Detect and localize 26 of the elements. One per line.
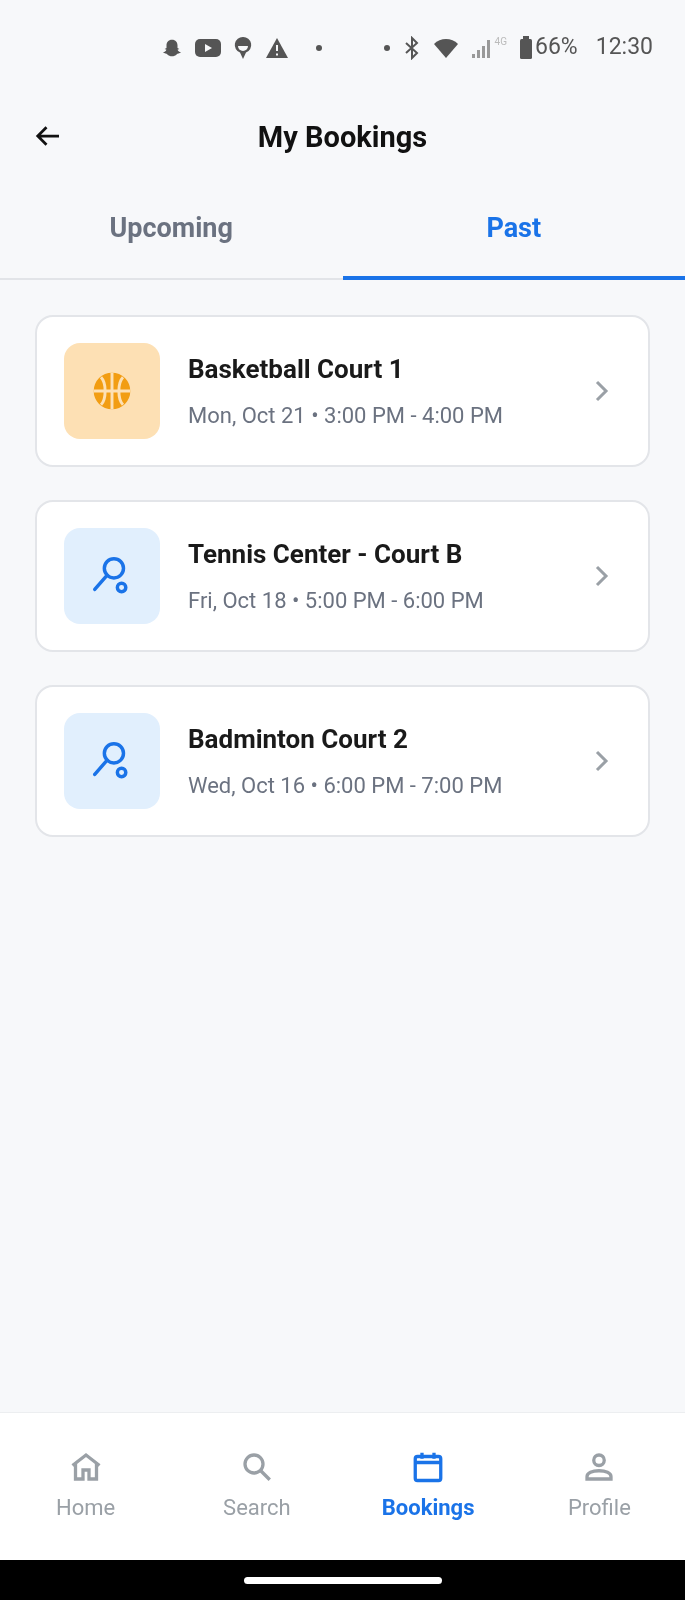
- nav-tab[interactable]: Profile: [513, 1413, 685, 1560]
- booking-title: Tennis Center - Court B: [188, 538, 464, 571]
- booking-card[interactable]: Badminton Court 2 Wed, Oct 16 • 6:00 PM - 7:00 PM: [35, 685, 650, 837]
- network-label: 4G: [494, 36, 507, 47]
- nav-tab[interactable]: Bookings: [342, 1413, 514, 1560]
- clock: 12:30: [595, 32, 653, 63]
- battery-icon: [519, 35, 533, 60]
- warning-icon: [264, 36, 289, 59]
- dot-icon: [382, 43, 391, 52]
- booking-card[interactable]: Basketball Court 1 Mon, Oct 21 • 3:00 PM - 4:00 PM: [35, 315, 650, 467]
- wifi-icon: [432, 36, 459, 59]
- booking-card[interactable]: Tennis Center - Court B Fri, Oct 18 • 5:00 PM - 6:00 PM: [35, 500, 650, 652]
- nav-tab[interactable]: Home: [0, 1413, 172, 1560]
- booking-title: Basketball Court 1: [188, 353, 405, 386]
- tab[interactable]: Upcoming: [0, 181, 343, 280]
- battery-percent: 66%: [535, 32, 578, 63]
- booking-title: Badminton Court 2: [188, 723, 409, 756]
- nav-tab[interactable]: Search: [171, 1413, 343, 1560]
- play-icon: [194, 37, 221, 58]
- tab[interactable]: Past: [342, 181, 685, 280]
- chat-icon: [232, 35, 253, 60]
- page-title: My Bookings: [257, 118, 428, 156]
- booking-time: Mon, Oct 21 • 3:00 PM - 4:00 PM: [188, 402, 504, 430]
- booking-time: Wed, Oct 16 • 6:00 PM - 7:00 PM: [188, 772, 504, 800]
- booking-time: Fri, Oct 18 • 5:00 PM - 6:00 PM: [188, 587, 485, 615]
- dot-icon: [314, 43, 323, 52]
